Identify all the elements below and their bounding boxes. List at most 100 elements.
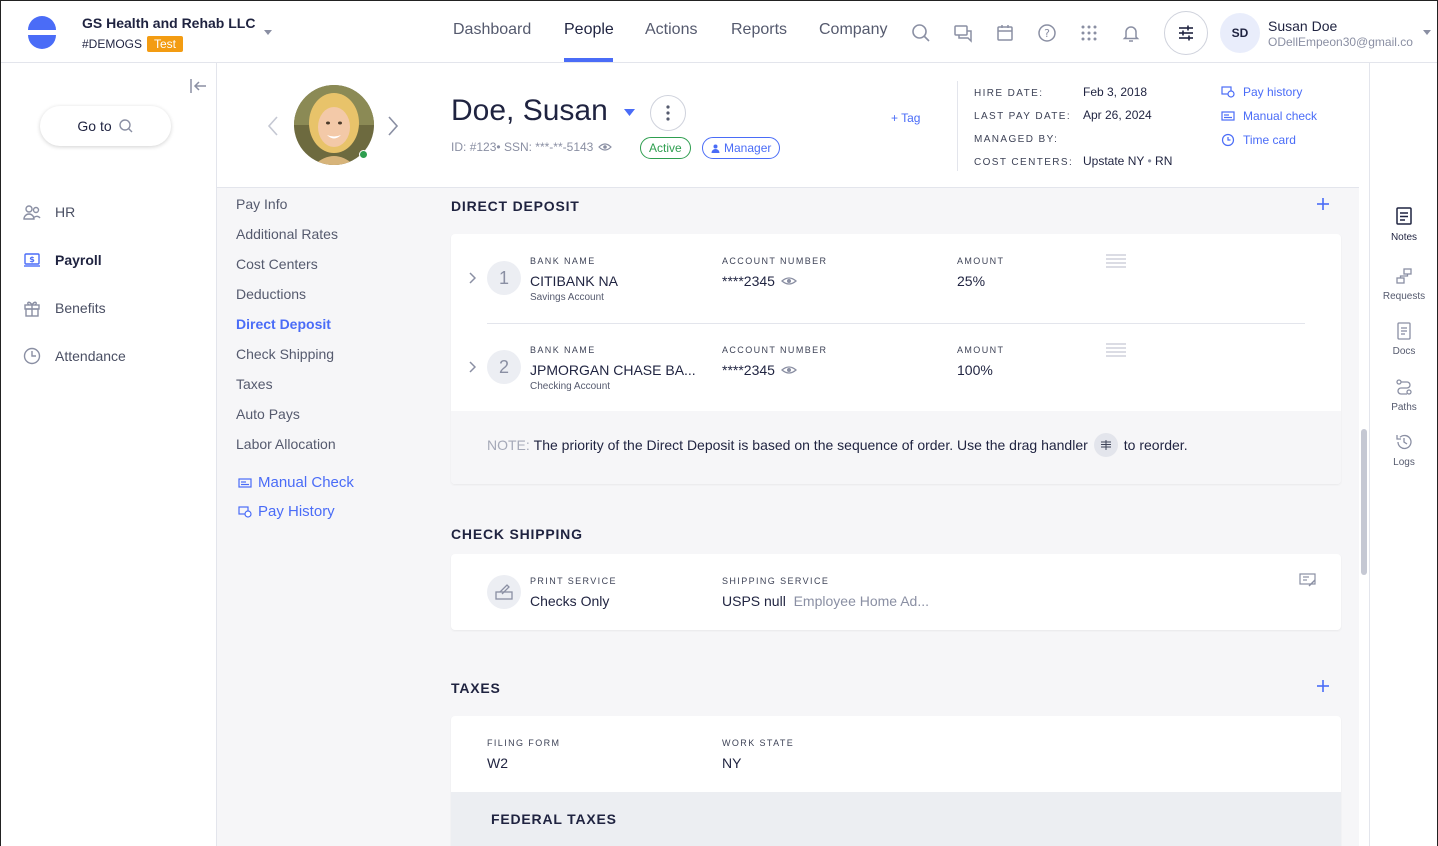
subnav-deductions[interactable]: Deductions — [236, 286, 306, 302]
eye-icon[interactable] — [780, 276, 797, 286]
subnav-cost-centers[interactable]: Cost Centers — [236, 256, 318, 272]
nav-people[interactable]: People — [564, 21, 614, 39]
row-divider — [487, 323, 1305, 324]
chevron-down-icon[interactable] — [263, 29, 273, 37]
clock-icon — [23, 347, 41, 365]
account-number-value: ****2345 — [722, 362, 775, 378]
pay-history-link[interactable]: Pay history — [1221, 85, 1302, 99]
amount-label: AMOUNT — [957, 345, 1005, 355]
note-text: NOTE: The priority of the Direct Deposit… — [487, 433, 1188, 457]
nav-company[interactable]: Company — [819, 21, 887, 39]
pay-history-link[interactable]: Pay History — [238, 503, 335, 520]
nav-actions[interactable]: Actions — [645, 21, 697, 39]
sidebar-item-payroll[interactable]: $ Payroll — [23, 251, 102, 269]
add-tag-button[interactable]: + Tag — [891, 111, 920, 125]
shipping-address: Employee Home Ad... — [793, 593, 929, 609]
plus-icon — [1317, 198, 1329, 210]
priority-number: 2 — [487, 350, 521, 384]
chevron-down-icon[interactable] — [1422, 29, 1432, 37]
eye-icon[interactable] — [598, 142, 613, 152]
drag-handle-icon[interactable] — [1105, 253, 1127, 269]
people-icon — [23, 205, 41, 220]
bell-icon[interactable] — [1121, 23, 1141, 43]
chevron-right-icon[interactable] — [387, 116, 399, 136]
chevron-left-icon[interactable] — [267, 116, 279, 136]
collapse-sidebar-icon[interactable] — [189, 78, 207, 94]
history-icon — [1396, 434, 1412, 450]
user-name[interactable]: Susan Doe — [1268, 18, 1337, 34]
payroll-icon: $ — [24, 253, 40, 267]
drag-handle-icon — [1093, 433, 1118, 457]
ssn-label: SSN: — [503, 140, 532, 154]
kebab-icon — [666, 105, 670, 121]
eye-icon[interactable] — [780, 365, 797, 375]
goto-label: Go to — [77, 118, 112, 134]
shipping-carrier: USPS null — [722, 593, 786, 609]
manual-check-link[interactable]: Manual check — [1221, 109, 1317, 123]
filing-form-value: W2 — [487, 755, 508, 771]
subnav-check-shipping[interactable]: Check Shipping — [236, 346, 334, 362]
cost-center: Upstate NY — [1083, 154, 1145, 168]
rail-logs[interactable]: Logs — [1370, 433, 1438, 468]
top-bar: GS Health and Rehab LLC #DEMOGS Test Das… — [1, 1, 1437, 63]
subnav-direct-deposit[interactable]: Direct Deposit — [236, 316, 331, 332]
last-pay-label: LAST PAY DATE: — [974, 111, 1072, 122]
add-tax-button[interactable] — [1316, 679, 1330, 693]
scrollbar-thumb[interactable] — [1361, 429, 1367, 575]
bank-name-label: BANK NAME — [530, 345, 596, 355]
sidebar-item-hr[interactable]: HR — [23, 203, 75, 221]
cost-center: RN — [1155, 154, 1173, 168]
search-icon[interactable] — [911, 23, 931, 43]
nav-reports[interactable]: Reports — [731, 21, 787, 39]
company-logo[interactable] — [25, 15, 59, 49]
goto-button[interactable]: Go to — [40, 106, 171, 146]
expand-chevron-icon[interactable] — [469, 272, 476, 284]
sidebar-item-attendance[interactable]: Attendance — [23, 347, 126, 365]
edit-shipping-icon[interactable] — [1299, 572, 1317, 588]
sidebar-item-label: Payroll — [55, 252, 102, 268]
account-type: Checking Account — [530, 381, 611, 392]
env-badge: Test — [147, 36, 184, 52]
shipping-service-label: SHIPPING SERVICE — [722, 576, 830, 586]
rail-docs[interactable]: Docs — [1370, 322, 1438, 357]
rail-notes[interactable]: Notes — [1370, 206, 1438, 243]
amount-value: 25% — [957, 273, 986, 289]
subnav-additional-rates[interactable]: Additional Rates — [236, 226, 338, 242]
sidebar: Go to HR $ Payroll Benefits Attendance — [1, 63, 217, 846]
rail-requests[interactable]: Requests — [1370, 267, 1438, 302]
link-label: Pay History — [258, 503, 335, 520]
right-rail: Notes Requests Docs Paths Logs — [1369, 63, 1437, 846]
subnav-auto-pays[interactable]: Auto Pays — [236, 406, 300, 422]
direct-deposit-title: DIRECT DEPOSIT — [451, 198, 580, 214]
manual-check-link[interactable]: Manual Check — [238, 474, 354, 491]
expand-chevron-icon[interactable] — [469, 361, 476, 373]
company-name[interactable]: GS Health and Rehab LLC — [82, 15, 255, 31]
check-icon — [1221, 111, 1235, 121]
apps-grid-icon[interactable] — [1079, 23, 1099, 43]
subnav-taxes[interactable]: Taxes — [236, 376, 273, 392]
print-service-value: Checks Only — [530, 593, 610, 609]
help-icon[interactable]: ? — [1037, 23, 1057, 43]
online-status-dot — [359, 150, 368, 159]
work-state-value: NY — [722, 755, 742, 771]
chat-icon[interactable] — [953, 23, 973, 43]
subnav-pay-info[interactable]: Pay Info — [236, 196, 287, 212]
avatar[interactable]: SD — [1220, 13, 1260, 53]
requests-icon — [1396, 268, 1412, 284]
sidebar-item-benefits[interactable]: Benefits — [23, 299, 106, 317]
nav-dashboard[interactable]: Dashboard — [453, 21, 531, 39]
drag-handle-icon[interactable] — [1105, 342, 1127, 358]
rail-label: Logs — [1393, 457, 1415, 468]
time-card-link[interactable]: Time card — [1221, 133, 1296, 147]
more-options-button[interactable] — [650, 95, 686, 131]
subnav-labor-allocation[interactable]: Labor Allocation — [236, 436, 336, 452]
calendar-icon[interactable] — [995, 23, 1015, 43]
caret-down-icon[interactable] — [624, 109, 635, 116]
last-pay-value: Apr 26, 2024 — [1083, 108, 1152, 122]
taxes-title: TAXES — [451, 680, 501, 696]
bank-name: JPMORGAN CHASE BA... — [530, 362, 696, 378]
rail-paths[interactable]: Paths — [1370, 378, 1438, 413]
add-direct-deposit-button[interactable] — [1316, 197, 1330, 211]
settings-sliders-button[interactable] — [1164, 11, 1208, 55]
id-value: #123 — [469, 140, 497, 154]
